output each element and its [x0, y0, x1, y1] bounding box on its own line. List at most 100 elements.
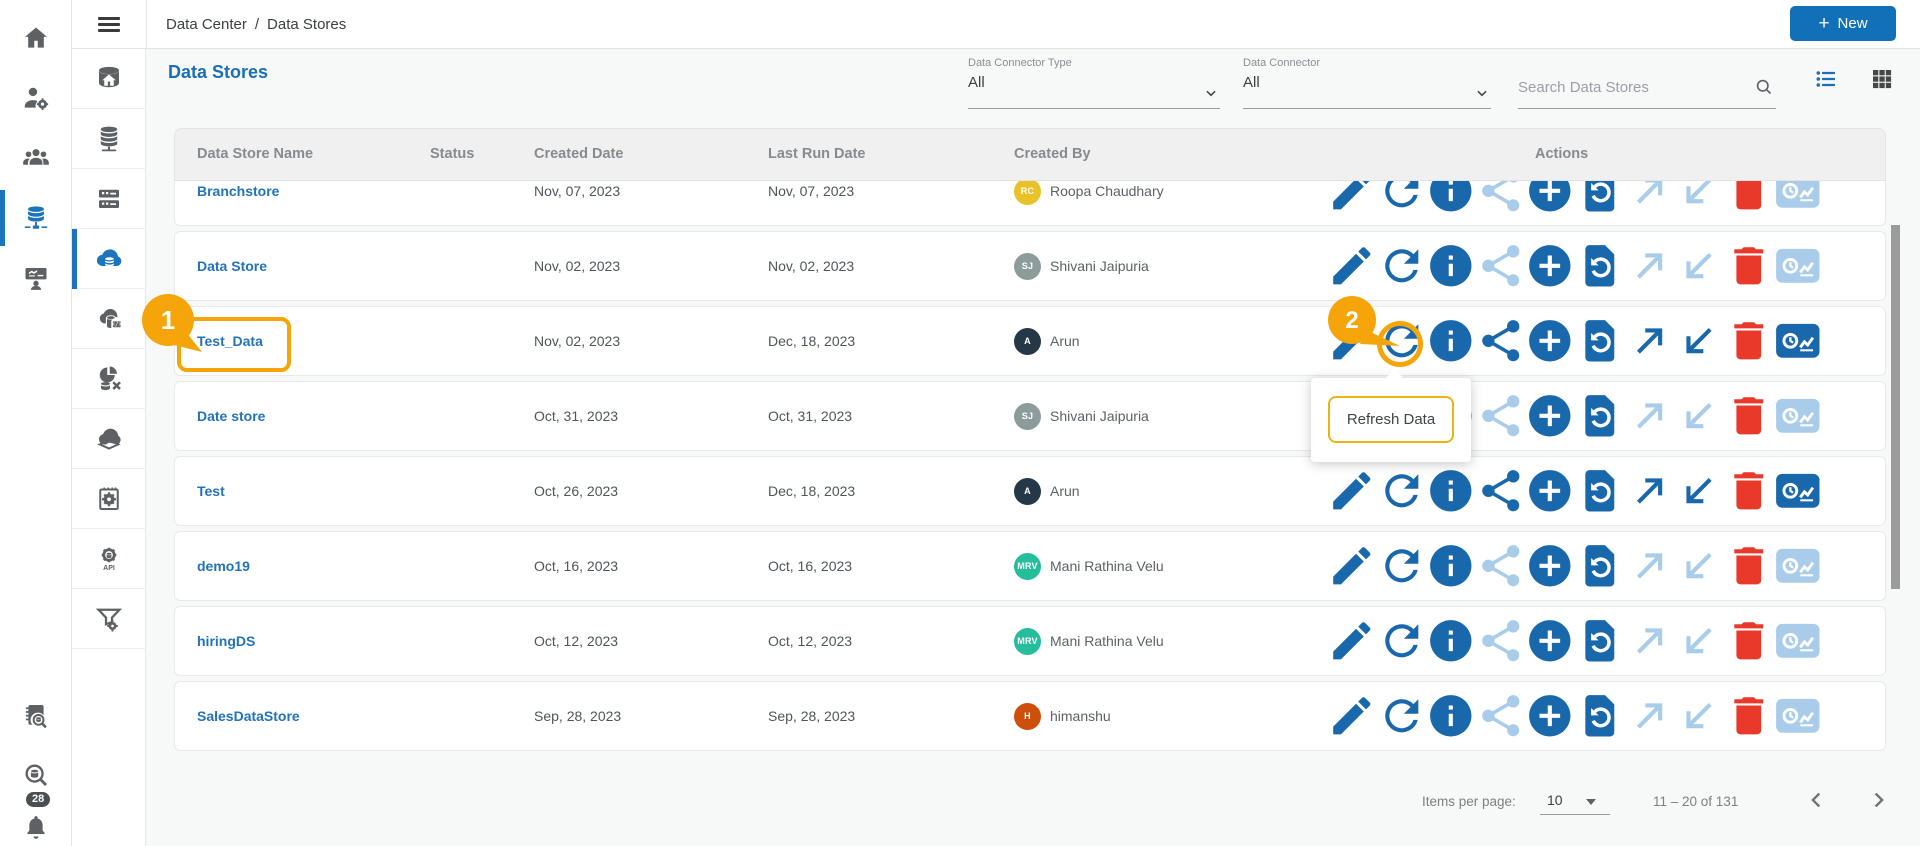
- action-arrow-down-left[interactable]: [1674, 178, 1724, 204]
- subnav-item-cloud-code[interactable]: </>: [72, 289, 146, 349]
- subnav-item-database[interactable]: [72, 109, 146, 169]
- items-per-page-caret-icon[interactable]: [1586, 799, 1596, 805]
- action-arrow-down-left[interactable]: [1674, 703, 1724, 729]
- data-store-link[interactable]: Branchstore: [197, 183, 279, 199]
- data-store-link[interactable]: hiringDS: [197, 633, 255, 649]
- action-edit[interactable]: [1327, 247, 1377, 285]
- action-run-history[interactable]: [1773, 324, 1823, 358]
- action-run-history[interactable]: [1773, 699, 1823, 733]
- action-delete[interactable]: [1724, 397, 1774, 435]
- subnav-item-server-rack[interactable]: [72, 169, 146, 229]
- sidebar-item-home[interactable]: [0, 12, 72, 64]
- action-delete[interactable]: [1724, 622, 1774, 660]
- sidebar-item-data-catalog-search[interactable]: [0, 690, 72, 742]
- action-delete[interactable]: [1724, 247, 1774, 285]
- action-delete[interactable]: [1724, 322, 1774, 360]
- data-store-link[interactable]: Test_Data: [197, 333, 263, 349]
- action-edit[interactable]: [1327, 322, 1377, 360]
- action-arrow-down-left[interactable]: [1674, 403, 1724, 429]
- action-edit[interactable]: [1327, 547, 1377, 585]
- data-store-link[interactable]: Data Store: [197, 258, 267, 274]
- action-share[interactable]: [1476, 395, 1526, 437]
- search-icon[interactable]: [1754, 77, 1774, 97]
- subnav-item-document-gear[interactable]: [72, 469, 146, 529]
- action-restore[interactable]: [1575, 620, 1625, 662]
- subnav-item-funnel-gear[interactable]: [72, 589, 146, 649]
- action-arrow-up-right[interactable]: [1625, 253, 1675, 279]
- action-add[interactable]: [1525, 320, 1575, 362]
- action-add[interactable]: [1525, 695, 1575, 737]
- action-edit[interactable]: [1327, 472, 1377, 510]
- action-run-history[interactable]: [1773, 474, 1823, 508]
- action-restore[interactable]: [1575, 320, 1625, 362]
- action-add[interactable]: [1525, 545, 1575, 587]
- search-input[interactable]: Search Data Stores: [1518, 73, 1776, 109]
- sidebar-item-dashboard-person[interactable]: [0, 252, 72, 304]
- action-arrow-up-right[interactable]: [1625, 478, 1675, 504]
- action-share[interactable]: [1476, 320, 1526, 362]
- menu-hamburger-icon[interactable]: [98, 14, 120, 34]
- action-share[interactable]: [1476, 620, 1526, 662]
- action-restore[interactable]: [1575, 395, 1625, 437]
- action-delete[interactable]: [1724, 697, 1774, 735]
- data-store-link[interactable]: Date store: [197, 408, 265, 424]
- next-page-icon[interactable]: [1867, 789, 1889, 811]
- action-delete[interactable]: [1724, 547, 1774, 585]
- action-share[interactable]: [1476, 695, 1526, 737]
- action-run-history[interactable]: [1773, 549, 1823, 583]
- action-restore[interactable]: [1575, 245, 1625, 287]
- action-info[interactable]: [1426, 170, 1476, 212]
- action-edit[interactable]: [1327, 172, 1377, 210]
- action-share[interactable]: [1476, 245, 1526, 287]
- action-arrow-down-left[interactable]: [1674, 253, 1724, 279]
- breadcrumb-parent[interactable]: Data Center: [166, 16, 247, 33]
- action-share[interactable]: [1476, 170, 1526, 212]
- action-edit[interactable]: [1327, 622, 1377, 660]
- action-restore[interactable]: [1575, 545, 1625, 587]
- subnav-item-cloud-layers[interactable]: [72, 409, 146, 469]
- subnav-item-data-transform[interactable]: [72, 349, 146, 409]
- action-arrow-down-left[interactable]: [1674, 478, 1724, 504]
- action-share[interactable]: [1476, 470, 1526, 512]
- data-store-link[interactable]: demo19: [197, 558, 250, 574]
- action-restore[interactable]: [1575, 470, 1625, 512]
- subnav-item-data-home[interactable]: [72, 49, 146, 109]
- connector-type-filter[interactable]: Data Connector Type All: [968, 57, 1220, 109]
- action-arrow-up-right[interactable]: [1625, 553, 1675, 579]
- action-arrow-up-right[interactable]: [1625, 403, 1675, 429]
- action-run-history[interactable]: [1773, 399, 1823, 433]
- sidebar-item-notifications-bell[interactable]: 28: [0, 792, 72, 846]
- sidebar-item-user-groups[interactable]: [0, 132, 72, 184]
- new-button[interactable]: + New: [1790, 6, 1896, 41]
- action-run-history[interactable]: [1773, 624, 1823, 658]
- action-delete[interactable]: [1724, 172, 1774, 210]
- data-store-link[interactable]: Test: [197, 483, 225, 499]
- action-edit[interactable]: [1327, 697, 1377, 735]
- action-arrow-up-right[interactable]: [1625, 328, 1675, 354]
- action-arrow-down-left[interactable]: [1674, 628, 1724, 654]
- action-add[interactable]: [1525, 620, 1575, 662]
- action-arrow-down-left[interactable]: [1674, 553, 1724, 579]
- action-arrow-up-right[interactable]: [1625, 628, 1675, 654]
- action-info[interactable]: [1426, 545, 1476, 587]
- sidebar-item-user-settings[interactable]: [0, 72, 72, 124]
- action-restore[interactable]: [1575, 695, 1625, 737]
- action-info[interactable]: [1426, 620, 1476, 662]
- sidebar-item-data-center[interactable]: [0, 190, 72, 246]
- action-delete[interactable]: [1724, 472, 1774, 510]
- action-share[interactable]: [1476, 545, 1526, 587]
- action-add[interactable]: [1525, 170, 1575, 212]
- action-arrow-up-right[interactable]: [1625, 703, 1675, 729]
- action-info[interactable]: [1426, 245, 1476, 287]
- action-run-history[interactable]: [1773, 174, 1823, 208]
- action-info[interactable]: [1426, 320, 1476, 362]
- action-arrow-down-left[interactable]: [1674, 328, 1724, 354]
- action-refresh[interactable]: [1377, 474, 1427, 508]
- connector-filter[interactable]: Data Connector All: [1243, 57, 1491, 109]
- action-add[interactable]: [1525, 245, 1575, 287]
- vertical-scrollbar[interactable]: [1891, 225, 1900, 589]
- action-refresh[interactable]: [1377, 549, 1427, 583]
- subnav-item-api-gear[interactable]: API: [72, 529, 146, 589]
- action-restore[interactable]: [1575, 170, 1625, 212]
- action-refresh[interactable]: [1377, 174, 1427, 208]
